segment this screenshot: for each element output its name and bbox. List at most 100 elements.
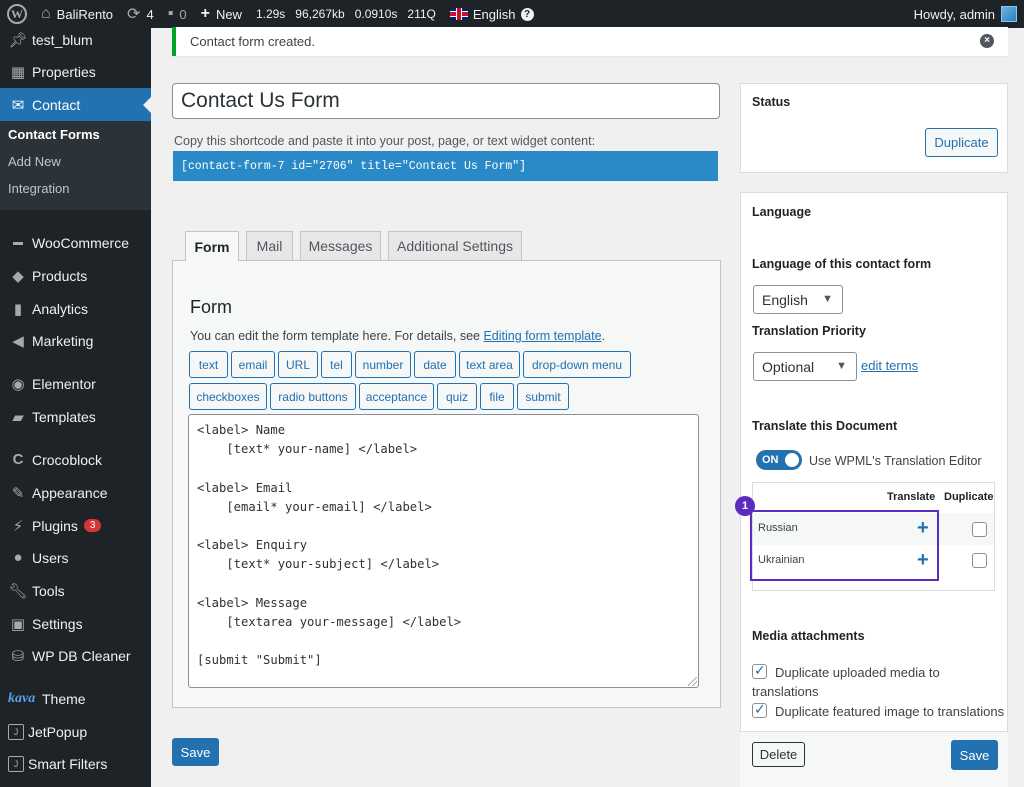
tag-submit-button[interactable]: submit: [517, 383, 569, 410]
language-select[interactable]: English ▼: [753, 285, 843, 314]
wpml-editor-text: Use WPML's Translation Editor: [809, 454, 982, 468]
duplicate-ukrainian-checkbox[interactable]: [972, 553, 987, 568]
menu-label: Users: [32, 549, 69, 566]
mail-icon: ✉: [11, 96, 25, 114]
avatar: [1001, 6, 1017, 22]
updates-link[interactable]: ⟳ 4: [120, 0, 161, 28]
edit-terms-link[interactable]: edit terms: [861, 358, 918, 373]
query-monitor-stats[interactable]: 1.29s 96,267kb 0.0910s 211Q: [249, 0, 443, 28]
tag-text-button[interactable]: text: [189, 351, 228, 378]
menu-analytics[interactable]: ▮ Analytics: [0, 292, 151, 325]
duplicate-russian-checkbox[interactable]: [972, 522, 987, 537]
resize-handle-icon[interactable]: [688, 677, 697, 686]
menu-templates[interactable]: ▰ Templates: [0, 400, 151, 433]
menu-products[interactable]: ◆ Products: [0, 259, 151, 292]
tab-mail[interactable]: Mail: [246, 231, 293, 261]
tab-messages[interactable]: Messages: [300, 231, 381, 261]
toggle-knob: [785, 453, 799, 467]
tag-date-button[interactable]: date: [414, 351, 456, 378]
shortcode-text: [contact-form-7 id="2706" title="Contact…: [181, 159, 527, 173]
sliders-icon: ▣: [10, 615, 26, 633]
form-title-input[interactable]: [172, 83, 720, 119]
duplicate-media-label: Duplicate uploaded media to translations: [752, 665, 940, 699]
comments-link[interactable]: ▪ 0: [161, 0, 194, 28]
form-template-editor[interactable]: <label> Name [text* your-name] </label> …: [188, 414, 699, 688]
delete-button[interactable]: Delete: [752, 742, 805, 767]
tab-additional-settings[interactable]: Additional Settings: [388, 231, 522, 261]
submenu-integration[interactable]: Integration: [8, 181, 69, 196]
menu-appearance[interactable]: ✎ Appearance: [0, 476, 151, 509]
menu-label: Elementor: [32, 375, 96, 392]
menu-users[interactable]: ● Users: [0, 541, 151, 574]
tag-quiz-button[interactable]: quiz: [437, 383, 477, 410]
tag-acceptance-button[interactable]: acceptance: [359, 383, 434, 410]
form-description: You can edit the form template here. For…: [190, 329, 605, 343]
menu-label: WP DB Cleaner: [32, 647, 131, 664]
new-content-link[interactable]: + New: [194, 0, 249, 28]
updates-count: 4: [146, 6, 154, 22]
tag-checkboxes-button[interactable]: checkboxes: [189, 383, 267, 410]
translate-doc-title: Translate this Document: [752, 419, 898, 433]
submenu-add-new[interactable]: Add New: [8, 154, 61, 169]
menu-label: test_blum: [32, 31, 93, 48]
admin-sidebar: 📌︎ test_blum ▦ Properties ✉ Contact Contact…: [0, 28, 151, 787]
menu-label: Products: [32, 267, 88, 284]
tag-tel-button[interactable]: tel: [321, 351, 352, 378]
menu-contact[interactable]: ✉ Contact: [0, 88, 151, 121]
tag-url-button[interactable]: URL: [278, 351, 318, 378]
duplicate-featured-checkbox[interactable]: [752, 701, 767, 718]
menu-label: Analytics: [32, 300, 89, 317]
tag-textarea-button[interactable]: text area: [459, 351, 520, 378]
admin-bar: W ⌂ BaliRento ⟳ 4 ▪ 0 + New 1.29s 96,267kb 0…: [0, 0, 1024, 28]
wp-logo-menu[interactable]: W: [0, 0, 34, 28]
menu-elementor[interactable]: ◉ Elementor: [0, 367, 151, 400]
chevron-down-icon: ▼: [836, 360, 847, 372]
shortcode-field[interactable]: [contact-form-7 id="2706" title="Contact…: [173, 151, 718, 181]
menu-wp-db-cleaner[interactable]: ⛁ WP DB Cleaner: [0, 639, 151, 672]
box-icon: ◆: [12, 267, 24, 285]
menu-theme[interactable]: kava Theme: [0, 682, 151, 715]
menu-label: Crocoblock: [32, 451, 103, 468]
building-icon: ▦: [10, 63, 26, 81]
menu-woocommerce[interactable]: ▬ WooCommerce: [0, 226, 151, 259]
duplicate-button[interactable]: Duplicate: [925, 128, 998, 157]
priority-select[interactable]: Optional ▼: [753, 352, 857, 381]
tag-email-button[interactable]: email: [231, 351, 275, 378]
uk-flag-icon: [449, 8, 468, 20]
site-name-link[interactable]: ⌂ BaliRento: [34, 0, 120, 28]
kava-icon: kava: [8, 690, 36, 706]
menu-test-blum[interactable]: 📌︎ test_blum: [0, 28, 151, 56]
menu-properties[interactable]: ▦ Properties: [0, 55, 151, 88]
tag-radio-buttons-button[interactable]: radio buttons: [270, 383, 356, 410]
menu-label: Plugins: [32, 517, 78, 534]
template-code: <label> Name [text* your-name] </label> …: [197, 423, 462, 668]
submenu-contact-forms[interactable]: Contact Forms: [8, 127, 100, 142]
howdy-text: Howdy, admin: [913, 6, 995, 22]
tag-dropdown-button[interactable]: drop-down menu: [523, 351, 631, 378]
menu-smart-filters[interactable]: J Smart Filters: [0, 747, 151, 780]
menu-label: Marketing: [32, 332, 94, 349]
close-icon[interactable]: ×: [980, 34, 994, 48]
tag-number-button[interactable]: number: [355, 351, 411, 378]
tab-form[interactable]: Form: [185, 231, 239, 262]
wpml-editor-toggle[interactable]: ON: [756, 450, 802, 470]
menu-tools[interactable]: 🔧︎ Tools: [0, 574, 151, 607]
menu-crocoblock[interactable]: C Crocoblock: [0, 443, 151, 476]
tag-file-button[interactable]: file: [480, 383, 514, 410]
contact-submenu: Contact Forms Add New Integration: [0, 121, 151, 210]
save-translation-button[interactable]: Save: [951, 740, 998, 770]
menu-marketing[interactable]: ◀ Marketing: [0, 324, 151, 357]
notice-text: Contact form created.: [190, 34, 315, 49]
save-button[interactable]: Save: [172, 738, 219, 766]
plus-icon: +: [200, 5, 210, 22]
menu-label: Settings: [32, 615, 83, 632]
language-switcher[interactable]: English?: [443, 0, 541, 28]
megaphone-icon: ◀: [12, 332, 24, 350]
elementor-icon: ◉: [11, 375, 25, 393]
menu-jetpopup[interactable]: J JetPopup: [0, 715, 151, 748]
shortcode-description: Copy this shortcode and paste it into yo…: [174, 134, 596, 148]
menu-settings[interactable]: ▣ Settings: [0, 607, 151, 640]
editing-form-template-link[interactable]: Editing form template: [483, 329, 601, 343]
menu-plugins[interactable]: ⚡ Plugins 3: [0, 509, 151, 542]
my-account[interactable]: Howdy, admin: [907, 0, 1024, 28]
